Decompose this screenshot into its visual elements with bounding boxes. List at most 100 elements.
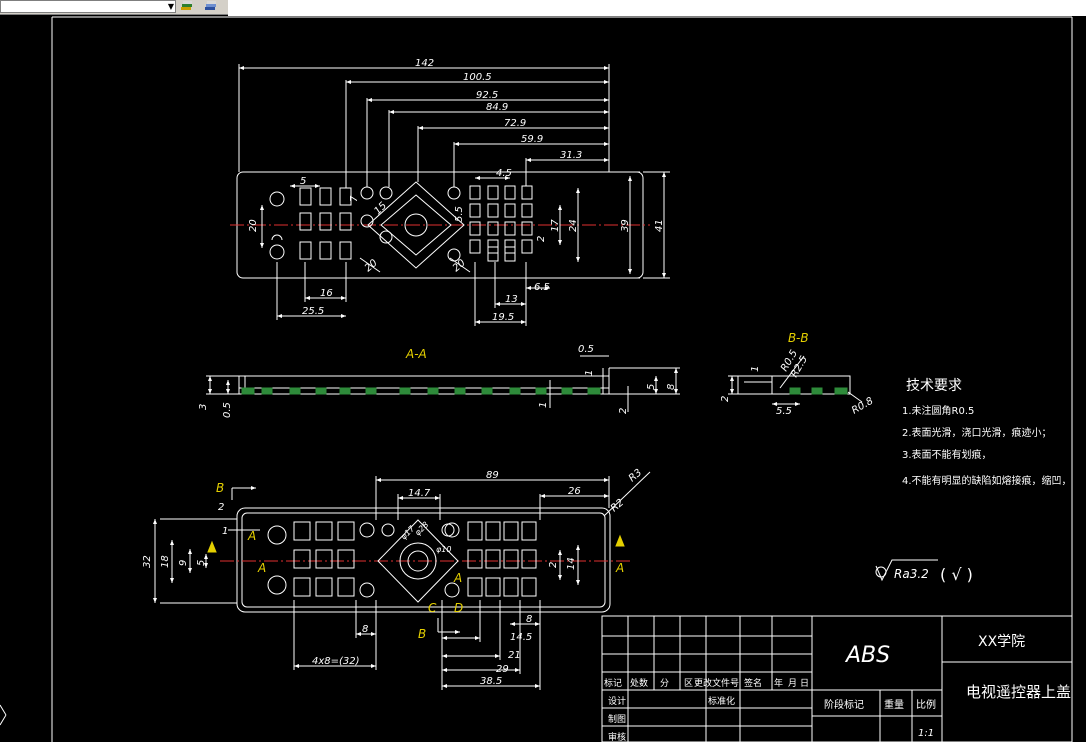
- bottom-dim-8b: 8: [526, 614, 532, 625]
- dim-20-left: 20: [363, 258, 380, 275]
- dim-39: 39: [620, 219, 631, 232]
- bottom-dim-8: 8: [362, 624, 368, 635]
- aa-dim-2: 2: [618, 408, 629, 414]
- bb-dim-r0-8: R0.8: [850, 396, 875, 417]
- dim-92-5: 92.5: [476, 90, 498, 101]
- part-name: 电视遥控器上盖: [966, 683, 1071, 701]
- dim-20: 20: [248, 219, 259, 232]
- row-design: 设计: [608, 695, 626, 707]
- section-b-bottom: B: [418, 627, 426, 641]
- hdr-day: 日: [800, 678, 809, 689]
- cad-drawing-canvas[interactable]: 14 2 100.5 92.5 84.9 72.9 59.9 31.3 4.5 5…: [0, 0, 1086, 742]
- hdr-count: 处数: [630, 677, 648, 689]
- section-aa-text: A-A 0.5 3 0.5 1 1 2 5 8: [198, 344, 677, 418]
- bottom-dim-29: 29: [496, 664, 509, 675]
- section-b-top: B: [216, 481, 224, 495]
- dim-2: 2: [536, 236, 547, 242]
- aa-dim-8: 8: [666, 384, 677, 390]
- dim-4-5: 4.5: [496, 168, 512, 179]
- aa-dim-3: 3: [198, 404, 209, 410]
- dim-13: 13: [505, 294, 518, 305]
- surface-roughness: Ra3.2 ( √ ): [875, 559, 973, 584]
- aa-dim-5: 5: [646, 384, 657, 390]
- roughness-value: Ra3.2: [894, 567, 929, 581]
- row-check: 审核: [608, 731, 626, 742]
- section-a-left: A: [247, 529, 256, 543]
- bottom-dim-26: 26: [568, 486, 581, 497]
- bottom-dim-r3: R3: [627, 467, 644, 484]
- bb-dim-2: 2: [720, 396, 731, 402]
- aa-dim-1: 1: [538, 402, 549, 408]
- dim-5-5: 5.5: [454, 206, 465, 222]
- dim-72-9: 72.9: [504, 118, 526, 129]
- material-label: ABS: [844, 643, 890, 668]
- dim-15: 15: [372, 200, 389, 217]
- aa-dim-0-5: 0.5: [578, 344, 594, 355]
- dim-24: 24: [568, 219, 579, 232]
- left-key-grid: [299, 186, 393, 260]
- dim-17: 17: [550, 219, 561, 232]
- top-view: [230, 64, 670, 326]
- section-c: C: [428, 601, 437, 615]
- dim-100-5: 100.5: [463, 72, 492, 83]
- bottom-dim-2: 2: [218, 502, 224, 513]
- bottom-view-text: B B A A A A C D 89 14.7 26 R3 R2 2 1 32 …: [142, 467, 644, 687]
- dim-31-3: 31.3: [560, 150, 582, 161]
- dim-59-9: 59.9: [521, 134, 543, 145]
- note-3: 3.表面不能有划痕，: [902, 448, 992, 461]
- bottom-dim-2b: 2: [548, 562, 559, 568]
- bottom-dim-14-5: 14.5: [510, 632, 532, 643]
- section-a-mid: A: [453, 571, 462, 585]
- bottom-dim-14: 14: [566, 557, 577, 570]
- roughness-symbol: ( √ ): [940, 565, 973, 584]
- bottom-dim-r2: R2: [609, 497, 626, 514]
- dim-41: 41: [654, 219, 665, 232]
- dim-5: 5: [300, 176, 306, 187]
- note-4: 4.不能有明显的缺陷如熔接痕，缩凹，: [902, 474, 1072, 487]
- hdr-month: 月: [788, 678, 797, 689]
- bottom-dim-32: 32: [142, 555, 153, 568]
- technical-notes: 技术要求 1.未注圆角R0.5 2.表面光滑，浇口光滑，痕迹小； 3.表面不能有…: [902, 378, 1072, 487]
- school-label: XX学院: [978, 634, 1025, 650]
- std-label: 标准化: [708, 695, 735, 707]
- bottom-dim-9: 9: [178, 560, 189, 566]
- bb-dim-1: 1: [750, 366, 761, 372]
- bottom-dim-89: 89: [486, 470, 499, 481]
- note-2: 2.表面光滑，浇口光滑，痕迹小；: [902, 426, 1052, 439]
- notes-title: 技术要求: [906, 378, 962, 394]
- dim-6-5: 6.5: [534, 282, 550, 293]
- bottom-dim-38-5: 38.5: [480, 676, 502, 687]
- note-1: 1.未注圆角R0.5: [902, 404, 974, 417]
- section-cut-markers: [207, 486, 625, 634]
- bottom-dim-1: 1: [222, 526, 228, 537]
- bottom-dim-phi10: φ10: [436, 545, 451, 554]
- hdr-part: 分: [660, 678, 669, 689]
- scale-value: 1:1: [918, 728, 934, 739]
- hdr-sign: 签名: [744, 677, 762, 689]
- section-a-right: A: [615, 561, 624, 575]
- section-bb-label: B-B: [788, 331, 809, 345]
- hdr-zone: 区: [684, 678, 693, 689]
- dim-84-9: 84.9: [486, 102, 508, 113]
- dim-19-5: 19.5: [492, 312, 514, 323]
- bottom-dim-18: 18: [160, 555, 171, 568]
- hdr-mark: 标记: [604, 677, 622, 689]
- top-dimensions: [238, 64, 670, 326]
- dim-7: 7: [349, 195, 360, 202]
- section-d: D: [454, 601, 463, 615]
- section-a-left2: A: [257, 561, 266, 575]
- section-aa: [206, 355, 680, 412]
- bottom-dim-5: 5: [196, 560, 207, 566]
- section-aa-label: A-A: [405, 347, 427, 361]
- weight-label: 重量: [884, 698, 904, 711]
- row-draw: 制图: [608, 713, 626, 725]
- aa-dim-0-5b: 0.5: [222, 402, 233, 418]
- hdr-change-doc: 更改文件号: [694, 677, 739, 689]
- dim-25-5: 25.5: [302, 306, 324, 317]
- bottom-view: [153, 471, 651, 690]
- hdr-year: 年: [774, 677, 783, 689]
- bb-dim-5-5: 5.5: [776, 406, 792, 417]
- bottom-dim-4x8: 4x8=(32): [312, 656, 360, 667]
- dim-16: 16: [320, 288, 333, 299]
- stage-label: 阶段标记: [824, 698, 864, 711]
